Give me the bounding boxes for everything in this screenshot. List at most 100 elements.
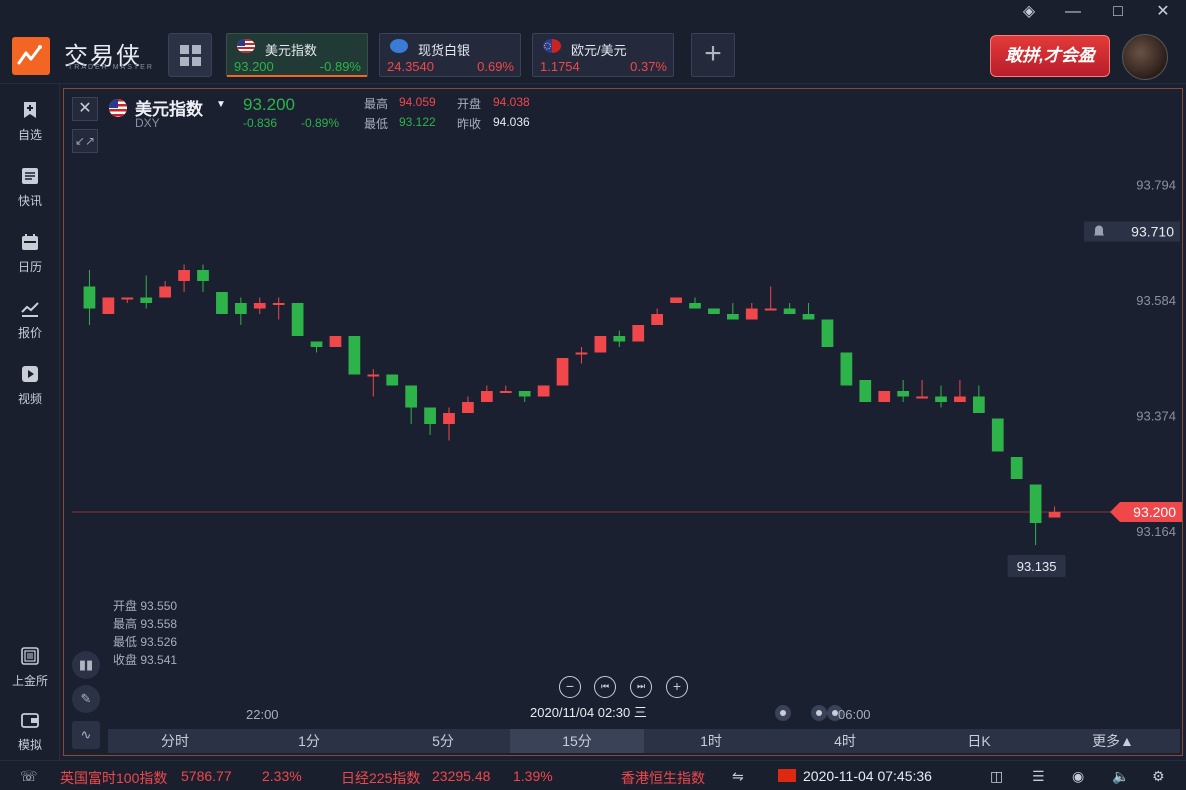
eu-us-flag-icon <box>543 39 561 53</box>
candle-body <box>840 352 853 386</box>
sge-icon <box>21 647 39 665</box>
grid-icon <box>180 45 189 54</box>
ticker-change: 0.69% <box>477 59 514 74</box>
candle-body <box>234 303 247 314</box>
scroll-dot[interactable] <box>775 705 791 721</box>
pencil-icon: ✎ <box>80 691 92 706</box>
indicator-button[interactable]: ∿ <box>72 721 100 749</box>
high-label: 最高 <box>364 97 389 111</box>
index-name[interactable]: 香港恒生指数 <box>621 768 705 788</box>
candlestick-icon: ▮▮ <box>78 657 94 672</box>
more-timeframes-button[interactable]: 更多▲ <box>1046 729 1180 753</box>
ticker-name: 欧元/美元 <box>571 43 627 58</box>
sidebar-item-video[interactable]: 视频 <box>0 364 60 422</box>
index-value: 23295.48 <box>432 768 491 784</box>
candle-body <box>424 407 436 424</box>
index-name[interactable]: 英国富时100指数 <box>60 768 167 788</box>
y-axis-label: 93.794 <box>1136 177 1176 192</box>
prev-close-value: 94.036 <box>493 115 530 129</box>
candle-body <box>367 374 380 377</box>
candle-body <box>991 418 1004 452</box>
x-axis-label: 06:00 <box>838 707 871 722</box>
x-axis-label: 22:00 <box>246 707 279 722</box>
minimize-icon[interactable]: — <box>1062 2 1084 22</box>
zoom-in-button[interactable]: + <box>666 676 688 698</box>
draw-tool-button[interactable]: ✎ <box>72 685 100 713</box>
camera-icon[interactable]: ◉ <box>1072 768 1084 785</box>
close-chart-button[interactable]: ✕ <box>72 97 98 121</box>
y-axis-label: 93.164 <box>1136 524 1176 539</box>
tab-timeframe[interactable]: 4时 <box>778 729 912 753</box>
candle-body <box>499 391 512 393</box>
link-icon[interactable]: ⇋ <box>732 768 744 785</box>
candle-body <box>916 396 928 399</box>
zoom-out-button[interactable]: − <box>559 676 581 698</box>
menu-icon[interactable]: ☰ <box>1032 768 1045 785</box>
candle-body <box>651 314 664 325</box>
sidebar-item-label: 日历 <box>17 260 42 274</box>
tab-timeframe[interactable]: 5分 <box>376 729 510 753</box>
ohlc-high: 最高 93.558 <box>113 617 178 631</box>
settings-icon[interactable]: ⚙ <box>1152 768 1165 785</box>
ticker-tab-silver[interactable]: 现货白银 24.3540 0.69% <box>379 33 521 77</box>
last-price-label: 93.200 <box>1133 504 1176 520</box>
scroll-dot[interactable] <box>811 705 827 721</box>
candle-body <box>821 319 834 347</box>
collapse-chart-button[interactable]: ↙↗ <box>72 129 98 153</box>
layers-icon[interactable]: ◈ <box>1018 2 1040 22</box>
layout-grid-button[interactable] <box>168 33 212 77</box>
candle-body <box>329 336 342 347</box>
brand-subtitle: TRADER MASTER <box>68 64 154 71</box>
next-button[interactable]: ⏭ <box>630 676 652 698</box>
sidebar-item-quotes[interactable]: 报价 <box>0 298 60 356</box>
close-icon[interactable]: ✕ <box>1152 2 1174 22</box>
tab-timeframe[interactable]: 分时 <box>108 729 242 753</box>
index-change: 1.39% <box>513 768 553 784</box>
candle-body <box>102 297 115 314</box>
maximize-icon[interactable]: □ <box>1107 2 1129 22</box>
low-value: 93.122 <box>399 115 436 129</box>
promo-banner[interactable]: 敢拼,才会盈 <box>990 35 1110 77</box>
user-avatar[interactable] <box>1122 34 1168 80</box>
ticker-name: 现货白银 <box>418 43 471 58</box>
bookmark-plus-icon <box>24 102 36 118</box>
app-window: ◈ — □ ✕ 交易侠 TRADER MASTER 美元指数 93.200 -0… <box>0 0 1186 790</box>
candle-body <box>83 286 96 309</box>
candle-body <box>670 297 682 303</box>
sidebar-item-news[interactable]: 快讯 <box>0 166 60 224</box>
us-flag-icon <box>109 99 127 117</box>
ticker-change: -0.89% <box>319 59 361 74</box>
candle-body <box>783 308 796 314</box>
tab-timeframe-selected[interactable]: 15分 <box>510 729 644 753</box>
mute-icon[interactable]: 🔈 <box>1112 768 1129 785</box>
add-ticker-button[interactable]: + <box>691 33 735 77</box>
tab-timeframe[interactable]: 日K <box>912 729 1046 753</box>
chevron-down-icon[interactable]: ▼ <box>216 99 226 110</box>
screen-icon[interactable]: ◫ <box>990 768 1003 785</box>
open-label: 开盘 <box>457 97 482 111</box>
prev-button[interactable]: ⏮ <box>594 676 616 698</box>
ohlc-open: 开盘 93.550 <box>113 599 178 613</box>
tab-timeframe[interactable]: 1分 <box>242 729 376 753</box>
alert-price-label: 93.710 <box>1131 224 1174 240</box>
candle-body <box>537 385 550 397</box>
sidebar-item-calendar[interactable]: 日历 <box>0 232 60 290</box>
headset-icon[interactable]: ☏ <box>20 768 38 785</box>
candle-body <box>859 380 872 402</box>
candle-body <box>443 413 455 424</box>
tab-timeframe[interactable]: 1时 <box>644 729 778 753</box>
status-bar: ☏ 英国富时100指数 5786.77 2.33% 日经225指数 23295.… <box>0 760 1186 790</box>
index-change: 2.33% <box>262 768 302 784</box>
index-name[interactable]: 日经225指数 <box>341 768 420 788</box>
sidebar-item-label: 模拟 <box>17 738 42 752</box>
ticker-tab-eurusd[interactable]: 欧元/美元 1.1754 0.37% <box>532 33 674 77</box>
candle-body <box>632 325 645 342</box>
symbol-price: 93.200 <box>243 95 295 114</box>
ticker-tab-dxy[interactable]: 美元指数 93.200 -0.89% <box>226 33 368 77</box>
sidebar-item-sge[interactable]: 上金所 <box>0 646 60 704</box>
candlestick-chart[interactable]: 93.794 93.584 93.374 93.164 93.710 93.200 93.1… <box>64 89 1184 729</box>
sidebar-item-watchlist[interactable]: 自选 <box>0 100 60 158</box>
candle-type-button[interactable]: ▮▮ <box>72 651 100 679</box>
candle-body <box>197 270 209 281</box>
candle-body <box>935 396 947 402</box>
